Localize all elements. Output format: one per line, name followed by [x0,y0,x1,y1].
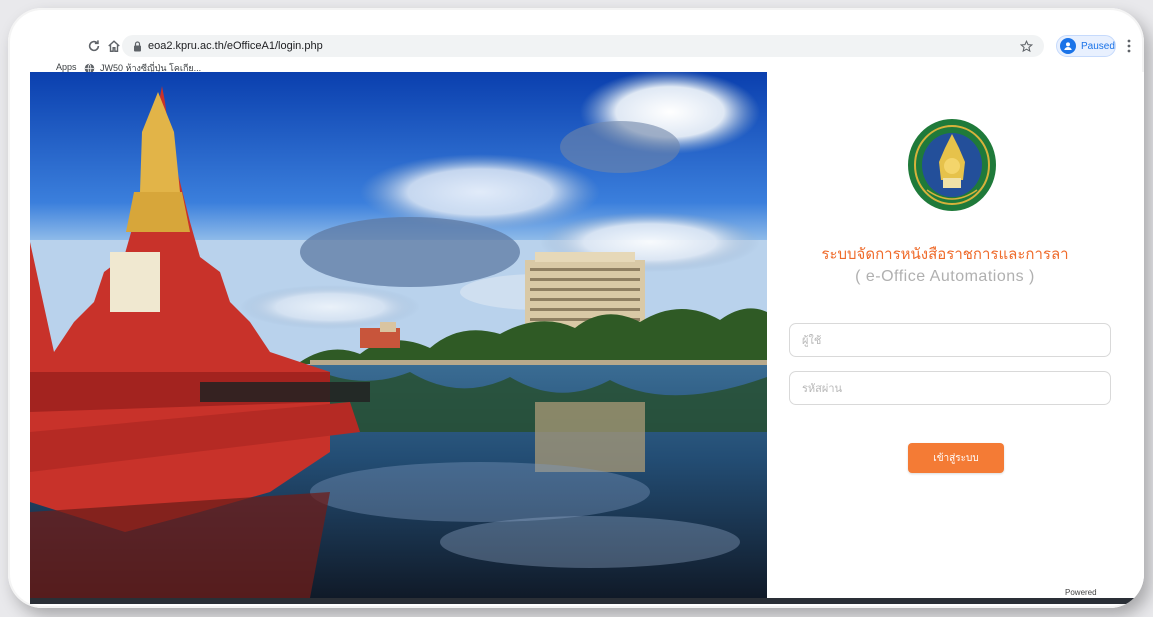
home-icon[interactable] [104,36,124,56]
reload-icon[interactable] [84,36,104,56]
menu-icon[interactable] [1122,36,1136,56]
university-logo [905,118,999,212]
hero-photo [30,72,767,598]
screenshot-frame: eoa2.kpru.ac.th/eOfficeA1/login.php Paus… [8,8,1144,608]
powered-by-text: Powered [1065,588,1097,597]
profile-button[interactable]: Paused [1056,35,1116,57]
url-text[interactable]: eoa2.kpru.ac.th/eOfficeA1/login.php [148,40,323,52]
star-icon[interactable] [1018,38,1034,54]
login-panel: ระบบจัดการหนังสือราชการและการลา ( e-Offi… [767,72,1144,598]
password-input[interactable] [789,371,1111,405]
username-input[interactable] [789,323,1111,357]
avatar-icon [1060,38,1076,54]
profile-status: Paused [1081,40,1115,52]
login-button[interactable]: เข้าสู่ระบบ [908,443,1004,473]
system-title: ระบบจัดการหนังสือราชการและการลา [821,245,1069,263]
address-bar[interactable]: eoa2.kpru.ac.th/eOfficeA1/login.php [122,35,1044,57]
system-subtitle: ( e-Office Automations ) [855,268,1035,285]
bookmark-apps[interactable]: Apps [56,62,77,72]
bottom-bar [30,598,1144,604]
lock-icon[interactable] [130,39,144,53]
browser-toolbar: eoa2.kpru.ac.th/eOfficeA1/login.php Paus… [8,32,1144,60]
